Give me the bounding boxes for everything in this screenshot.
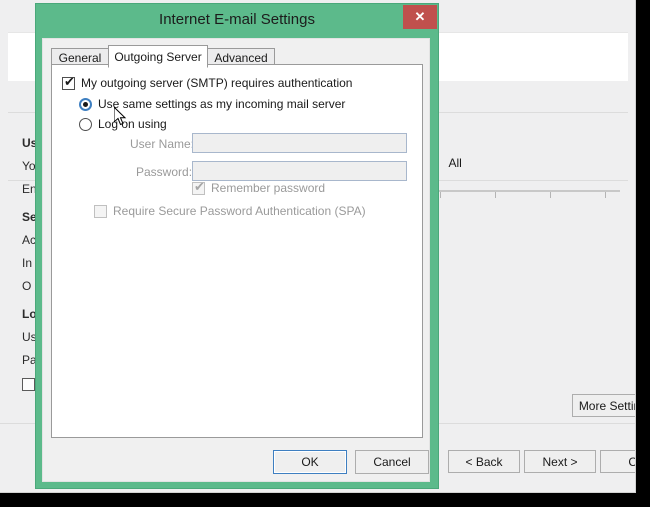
label-password: Password: [136,165,193,179]
cancel-button-wizard[interactable]: Ca [600,450,635,473]
slider-tick [550,192,551,198]
wizard-label: In [22,256,33,270]
wizard-label: Se [22,210,37,224]
screen: P UsYoEnSeAcInOLoUsPa offline: All More … [0,0,650,507]
label-use-same-settings: Use same settings as my incoming mail se… [98,97,346,111]
wizard-label: Lo [22,307,37,321]
back-button[interactable]: < Back [448,450,520,473]
outgoing-server-panel: ✔ My outgoing server (SMTP) requires aut… [51,64,423,438]
label-log-on-using: Log on using [98,117,167,131]
internet-email-settings-dialog: Internet E-mail Settings ✕ General Outgo… [36,4,438,488]
label-smtp-requires-auth: My outgoing server (SMTP) requires authe… [81,76,353,90]
tab-outgoing-server[interactable]: Outgoing Server [108,45,208,68]
wizard-label: O [22,279,32,293]
slider-tick [440,192,441,198]
check-icon: ✔ [64,74,75,89]
wizard-label: En [22,182,37,196]
slider-tick [605,192,606,198]
ok-button[interactable]: OK [273,450,347,474]
offline-value: All [448,156,462,170]
offline-slider-track[interactable] [430,190,620,192]
label-require-spa: Require Secure Password Authentication (… [113,204,366,218]
mouse-cursor-icon [114,107,127,126]
input-user-name[interactable] [192,133,407,153]
next-button[interactable]: Next > [524,450,596,473]
dialog-cancel-button[interactable]: Cancel [355,450,429,474]
dialog-body: General Outgoing Server Advanced ✔ My ou… [42,38,430,482]
radio-log-on-using[interactable] [79,118,92,131]
checkbox-smtp-requires-auth[interactable]: ✔ [62,74,75,90]
close-icon[interactable]: ✕ [403,5,437,29]
wizard-label: Yo [22,159,36,173]
checkbox-require-spa[interactable] [94,205,107,218]
checkbox-remember-password[interactable]: ✔ [192,179,205,195]
slider-tick [495,192,496,198]
radio-dot-icon [83,102,88,107]
label-user-name: User Name: [130,137,195,151]
bg-checkbox-require-logon[interactable] [22,378,35,391]
input-password[interactable] [192,161,407,181]
check-icon: ✔ [194,179,205,194]
wizard-label: Pa [22,353,37,367]
radio-use-same-settings[interactable] [79,98,92,111]
wizard-label: Us [22,330,37,344]
more-settings-button[interactable]: More Settin [572,394,635,417]
wizard-label: Ac [22,233,37,247]
dialog-titlebar: Internet E-mail Settings ✕ [36,4,438,38]
dialog-title: Internet E-mail Settings [159,11,315,28]
label-remember-password: Remember password [211,181,326,195]
